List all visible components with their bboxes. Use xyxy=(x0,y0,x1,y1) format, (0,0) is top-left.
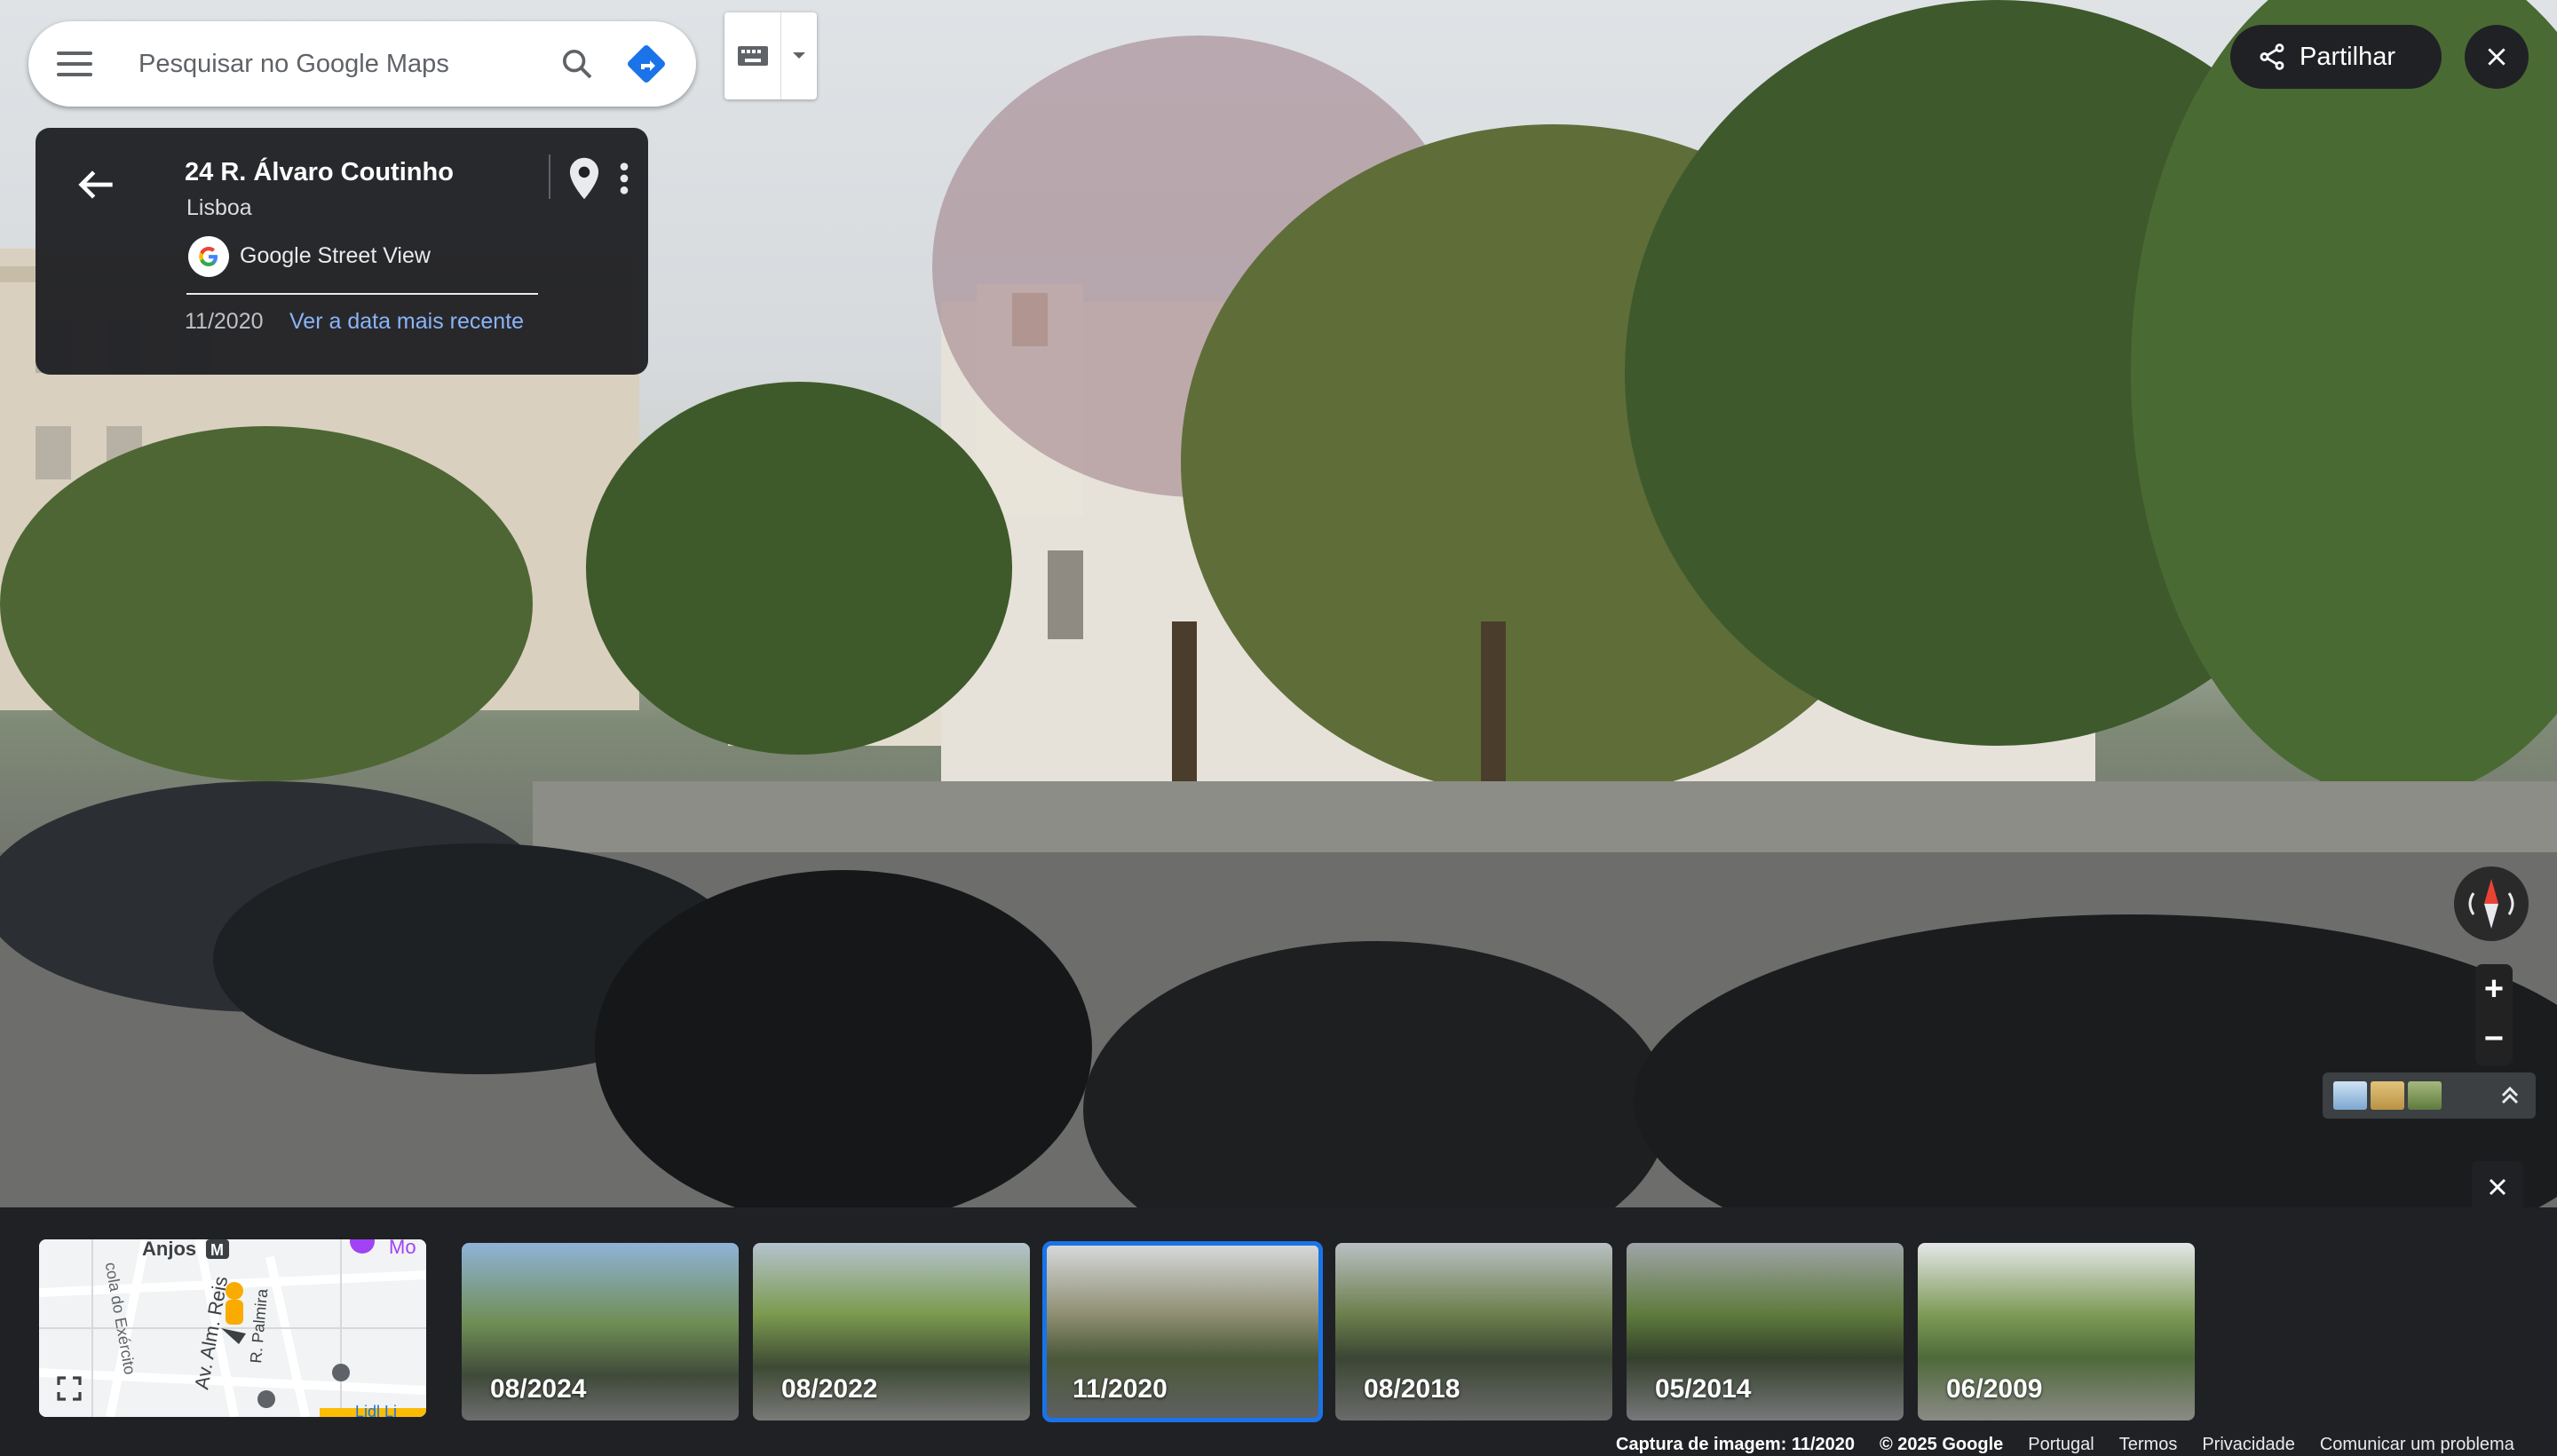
google-logo-icon xyxy=(188,236,229,277)
menu-icon[interactable] xyxy=(57,43,99,85)
bottom-timeline-bar: Anjos M Mo cola do Exército Av. Alm. Rei… xyxy=(0,1207,2557,1456)
timeline-date-label: 08/2024 xyxy=(490,1374,587,1404)
share-button[interactable]: Partilhar xyxy=(2230,25,2442,89)
divider xyxy=(549,154,550,199)
back-arrow-icon[interactable] xyxy=(71,160,121,210)
chevron-down-icon[interactable] xyxy=(781,12,817,99)
timeline-date-label: 11/2020 xyxy=(1073,1374,1168,1404)
directions-icon[interactable] xyxy=(621,39,671,89)
layer-swatch-2 xyxy=(2371,1081,2404,1110)
share-icon xyxy=(2257,42,2287,72)
timeline-thumb-2018[interactable]: 08/2018 xyxy=(1335,1243,1612,1420)
copyright: © 2025 Google xyxy=(1880,1435,2004,1454)
layer-swatch-1 xyxy=(2333,1081,2367,1110)
input-tools-dropdown[interactable] xyxy=(724,12,817,99)
city-label: Lisboa xyxy=(186,195,252,220)
capture-date-footer: Captura de imagem: 11/2020 xyxy=(1616,1435,1856,1454)
timeline-thumb-2022[interactable]: 08/2022 xyxy=(753,1243,1030,1420)
compass-icon[interactable] xyxy=(2454,866,2529,941)
close-street-view-button[interactable] xyxy=(2465,25,2529,89)
more-vert-icon[interactable] xyxy=(611,156,637,201)
timeline-thumb-2009[interactable]: 06/2009 xyxy=(1918,1243,2195,1420)
source-label: Google Street View xyxy=(240,243,431,268)
address-title: 24 R. Álvaro Coutinho xyxy=(185,158,454,186)
timeline-date-label: 08/2018 xyxy=(1364,1374,1461,1404)
timeline-thumb-2014[interactable]: 05/2014 xyxy=(1627,1243,1904,1420)
close-timeline-button[interactable] xyxy=(2472,1161,2523,1213)
timeline-date-label: 06/2009 xyxy=(1946,1374,2043,1404)
timeline-thumb-2020[interactable]: 11/2020 xyxy=(1042,1241,1323,1422)
zoom-in-icon[interactable]: + xyxy=(2475,964,2513,1014)
attribution-footer: Captura de imagem: 11/2020 © 2025 Google… xyxy=(1616,1435,2514,1455)
location-info-card: 24 R. Álvaro Coutinho Lisboa Google Stre… xyxy=(36,128,648,375)
search-icon[interactable] xyxy=(552,39,602,89)
pin-icon[interactable] xyxy=(565,156,604,201)
metro-icon: M xyxy=(210,1241,224,1259)
layer-swatch-3 xyxy=(2408,1081,2442,1110)
timeline-date-label: 05/2014 xyxy=(1655,1374,1752,1404)
footer-link-country[interactable]: Portugal xyxy=(2028,1435,2094,1455)
keyboard-icon[interactable] xyxy=(724,12,782,99)
footer-link-privacy[interactable]: Privacidade xyxy=(2202,1435,2295,1455)
search-input[interactable]: Pesquisar no Google Maps xyxy=(139,50,552,79)
expand-icon[interactable] xyxy=(53,1373,85,1405)
card-divider xyxy=(186,293,538,295)
mini-map[interactable]: Anjos M Mo cola do Exército Av. Alm. Rei… xyxy=(39,1239,426,1417)
capture-date: 11/2020 xyxy=(185,309,264,334)
footer-link-report[interactable]: Comunicar um problema xyxy=(2320,1435,2514,1455)
footer-link-terms[interactable]: Termos xyxy=(2119,1435,2178,1455)
close-icon xyxy=(2489,1178,2506,1196)
close-icon xyxy=(2488,48,2506,66)
zoom-controls: + − xyxy=(2475,964,2513,1065)
map-label-anjos: Anjos xyxy=(142,1239,196,1260)
map-label-lidl: Lidl Li xyxy=(355,1403,397,1417)
map-label-poi: Mo xyxy=(389,1239,416,1258)
share-label: Partilhar xyxy=(2300,42,2395,71)
layers-chevron-icon[interactable] xyxy=(2500,1085,2520,1106)
timeline-date-label: 08/2022 xyxy=(781,1374,878,1404)
see-latest-date-link[interactable]: Ver a data mais recente xyxy=(289,309,524,335)
timeline-thumb-2024[interactable]: 08/2024 xyxy=(462,1243,739,1420)
search-box[interactable]: Pesquisar no Google Maps xyxy=(28,21,696,107)
layers-toggle[interactable] xyxy=(2323,1072,2536,1119)
zoom-out-icon[interactable]: − xyxy=(2475,1014,2513,1064)
